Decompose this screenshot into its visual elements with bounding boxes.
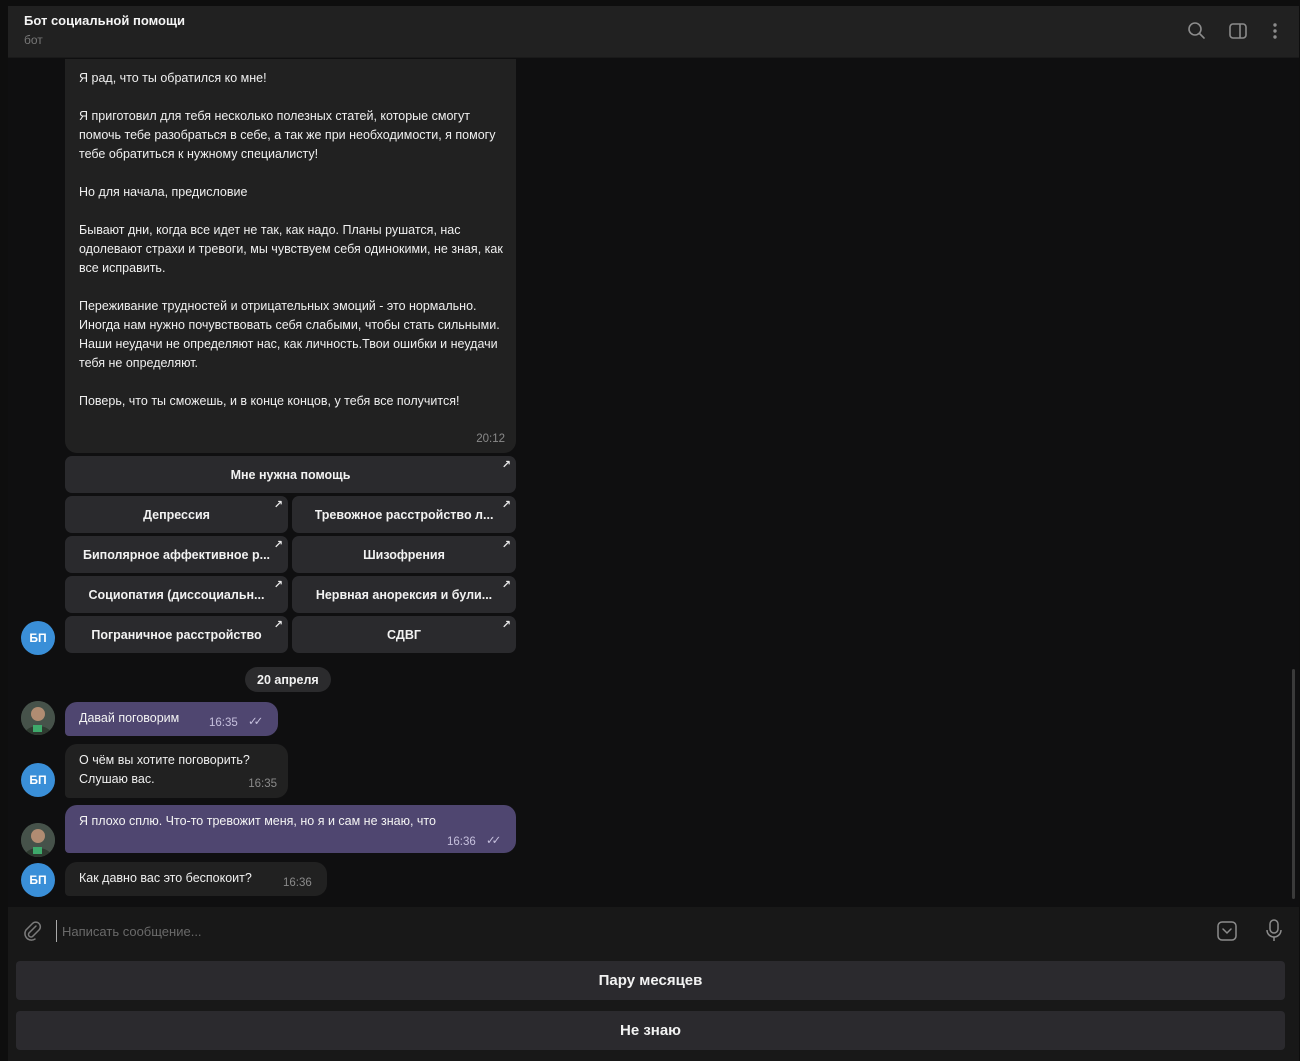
- button-label: Депрессия: [143, 507, 210, 522]
- message-time: 20:12: [476, 433, 505, 445]
- user-message: Давай поговорим 16:35 ✓✓: [65, 702, 278, 736]
- button-label: Мне нужна помощь: [230, 467, 351, 482]
- user-photo-icon: [21, 701, 55, 735]
- external-link-icon: ↗: [501, 619, 511, 631]
- more-vertical-icon[interactable]: [1264, 20, 1286, 42]
- button-label: СДВГ: [387, 627, 421, 642]
- avatar[interactable]: [21, 823, 55, 857]
- reply-keyboard: Пару месяцев Не знаю: [8, 955, 1299, 1061]
- avatar[interactable]: [21, 701, 55, 735]
- external-link-icon: ↗: [501, 539, 511, 551]
- chat-subtitle: бот: [24, 33, 43, 47]
- external-link-icon: ↗: [501, 459, 511, 471]
- avatar[interactable]: БП: [21, 863, 55, 897]
- bot-message-intro: Я рад, что ты обратился ко мне! Я пригот…: [65, 59, 516, 453]
- message-time: 16:35: [209, 717, 238, 729]
- message-text: Как давно вас это беспокоит?: [79, 871, 252, 885]
- reply-button-few-months[interactable]: Пару месяцев: [16, 961, 1285, 1000]
- date-separator: 20 апреля: [245, 667, 331, 692]
- bot-message: Как давно вас это беспокоит? 16:36: [65, 862, 327, 896]
- inline-button-need-help[interactable]: Мне нужна помощь ↗: [65, 456, 516, 493]
- avatar[interactable]: БП: [21, 763, 55, 797]
- inline-button-anxiety[interactable]: Тревожное расстройство л... ↗: [292, 496, 516, 533]
- external-link-icon: ↗: [501, 579, 511, 591]
- message-text: Я рад, что ты обратился ко мне! Я пригот…: [79, 71, 503, 408]
- keyboard-toggle-icon[interactable]: [1216, 920, 1238, 947]
- search-icon[interactable]: [1186, 20, 1208, 42]
- chat-title[interactable]: Бот социальной помощи: [24, 13, 185, 28]
- message-text: Давай поговорим: [79, 711, 180, 725]
- read-receipt-icon: ✓✓: [248, 716, 263, 728]
- button-label: Социопатия (диссоциальн...: [88, 587, 265, 602]
- message-composer: [8, 907, 1299, 955]
- button-label: Шизофрения: [363, 547, 445, 562]
- chat-header: Бот социальной помощи бот: [8, 6, 1299, 58]
- user-photo-icon: [21, 823, 55, 857]
- button-label: Пограничное расстройство: [91, 627, 262, 642]
- bot-message: О чём вы хотите поговорить? Слушаю вас. …: [65, 744, 288, 798]
- message-input[interactable]: [56, 920, 1196, 942]
- button-label: Нервная анорексия и були...: [315, 587, 493, 602]
- reply-button-dont-know[interactable]: Не знаю: [16, 1011, 1285, 1050]
- user-message: Я плохо сплю. Что-то тревожит меня, но я…: [65, 805, 516, 853]
- button-label: Биполярное аффективное р...: [82, 547, 271, 562]
- external-link-icon: ↗: [273, 539, 283, 551]
- message-list[interactable]: Я рад, что ты обратился ко мне! Я пригот…: [8, 59, 1299, 907]
- message-text: Я плохо сплю. Что-то тревожит меня, но я…: [79, 814, 436, 828]
- sidebar-toggle-icon[interactable]: [1227, 20, 1249, 42]
- inline-button-bipolar[interactable]: Биполярное аффективное р... ↗: [65, 536, 288, 573]
- scrollbar[interactable]: [1292, 669, 1295, 899]
- external-link-icon: ↗: [501, 499, 511, 511]
- avatar[interactable]: БП: [21, 621, 55, 655]
- external-link-icon: ↗: [273, 579, 283, 591]
- message-time: 16:36: [283, 877, 312, 889]
- inline-button-sociopathy[interactable]: Социопатия (диссоциальн... ↗: [65, 576, 288, 613]
- inline-button-depression[interactable]: Депрессия ↗: [65, 496, 288, 533]
- inline-button-schizophrenia[interactable]: Шизофрения ↗: [292, 536, 516, 573]
- message-text: О чём вы хотите поговорить? Слушаю вас.: [79, 753, 250, 786]
- inline-button-borderline[interactable]: Пограничное расстройство ↗: [65, 616, 288, 653]
- inline-button-adhd[interactable]: СДВГ ↗: [292, 616, 516, 653]
- message-time: 16:35: [248, 778, 277, 790]
- read-receipt-icon: ✓✓: [486, 835, 501, 847]
- external-link-icon: ↗: [273, 499, 283, 511]
- microphone-icon[interactable]: [1263, 918, 1285, 949]
- button-label: Тревожное расстройство л...: [314, 507, 494, 522]
- external-link-icon: ↗: [273, 619, 283, 631]
- message-time: 16:36: [447, 836, 476, 848]
- inline-button-anorexia[interactable]: Нервная анорексия и були... ↗: [292, 576, 516, 613]
- telegram-window: Бот социальной помощи бот Я рад, что ты …: [8, 6, 1299, 1061]
- attach-icon[interactable]: [21, 920, 43, 947]
